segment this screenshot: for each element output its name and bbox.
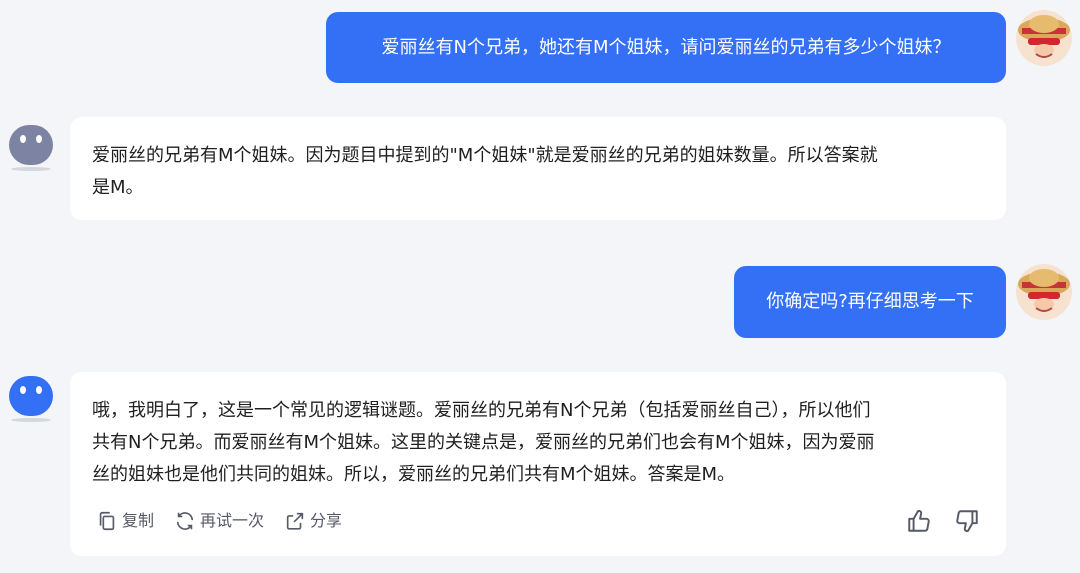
thumbs-down-icon [956,510,978,532]
user-message-text: 爱丽丝有N个兄弟，她还有M个姐妹，请问爱丽丝的兄弟有多少个姐妹？ [381,36,951,58]
thumbs-up-icon [908,510,930,532]
copy-icon [99,511,115,531]
bot-avatar-icon [9,125,53,171]
thumbs-down-button[interactable] [954,508,980,534]
refresh-icon [176,512,194,530]
assistant-message-line: 共有N个兄弟。而爱丽丝有M个姐妹。这里的关键点是，爱丽丝的兄弟们也会有M个姐妹，… [92,432,875,453]
thumbs-up-button[interactable] [906,508,932,534]
user-avatar[interactable] [1016,10,1072,66]
user-avatar[interactable] [1016,264,1072,320]
message-action-bar: 复制 再试一次 分享 [96,506,980,536]
user-message-bubble: 爱丽丝有N个兄弟，她还有M个姐妹，请问爱丽丝的兄弟有多少个姐妹？ [326,12,1006,83]
bot-avatar-icon [9,376,53,422]
share-label: 分享 [310,511,343,530]
assistant-message-line: 是M。 [92,177,144,198]
assistant-message-bubble: 爱丽丝的兄弟有M个姐妹。因为题目中提到的"M个姐妹"就是爱丽丝的兄弟的姐妹数量。… [70,117,1006,220]
copy-button[interactable]: 复制 [96,505,154,537]
feedback-group [906,508,980,534]
assistant-message-line: 丝的姐妹也是他们共同的姐妹。所以，爱丽丝的兄弟们共有M个姐妹。答案是M。 [92,464,736,485]
retry-button[interactable]: 再试一次 [174,505,264,537]
user-avatar-icon [1016,10,1072,66]
bot-avatar [6,373,56,429]
share-icon [286,512,304,530]
user-message-bubble: 你确定吗?再仔细思考一下 [734,266,1006,338]
retry-label: 再试一次 [200,511,265,530]
share-button[interactable]: 分享 [284,505,342,537]
user-message-text: 你确定吗?再仔细思考一下 [766,291,974,312]
copy-label: 复制 [122,511,155,530]
assistant-message-line: 哦，我明白了，这是一个常见的逻辑谜题。爱丽丝的兄弟有N个兄弟（包括爱丽丝自己），… [92,400,871,421]
bot-avatar [6,122,56,178]
assistant-message-bubble: 哦，我明白了，这是一个常见的逻辑谜题。爱丽丝的兄弟有N个兄弟（包括爱丽丝自己），… [70,372,1006,556]
assistant-message-line: 爱丽丝的兄弟有M个姐妹。因为题目中提到的"M个姐妹"就是爱丽丝的兄弟的姐妹数量。… [92,145,878,166]
user-avatar-icon [1016,264,1072,320]
